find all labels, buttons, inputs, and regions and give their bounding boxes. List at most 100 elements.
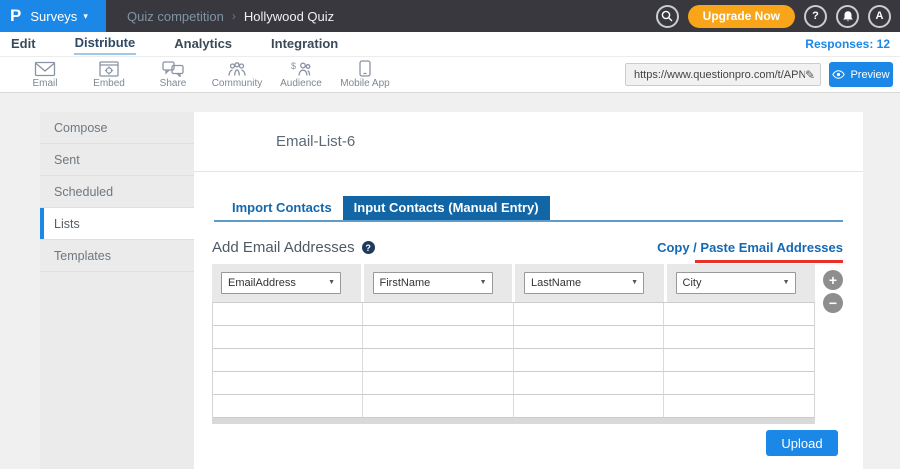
notifications-button[interactable]: [836, 5, 859, 28]
grid-header-cell: City▼: [667, 264, 816, 302]
question-mark-icon: ?: [812, 10, 819, 22]
column-select-email[interactable]: EmailAddress: [221, 272, 341, 294]
surveys-menu-button[interactable]: P Surveys ▾: [0, 0, 106, 32]
breadcrumb-parent[interactable]: Quiz competition: [127, 9, 224, 24]
sidebar-item-compose[interactable]: Compose: [40, 112, 194, 144]
grid-header-cell: EmailAddress▼: [212, 264, 361, 302]
questionpro-logo: P: [10, 6, 21, 26]
email-sidebar: Compose Sent Scheduled Lists Templates: [40, 112, 194, 469]
surveys-menu-label: Surveys: [30, 9, 77, 24]
grid-header-cell: LastName▼: [515, 264, 664, 302]
avatar-letter: A: [876, 10, 884, 22]
tab-input-contacts-manual[interactable]: Input Contacts (Manual Entry): [343, 196, 550, 220]
annotation-underline: [695, 260, 843, 263]
nav-tab-edit[interactable]: Edit: [10, 34, 37, 54]
grid-cell[interactable]: [363, 395, 513, 418]
toolbar-item-community[interactable]: Community: [205, 61, 269, 89]
toolbar-item-share[interactable]: Share: [141, 61, 205, 89]
column-select-lastname[interactable]: LastName: [524, 272, 644, 294]
grid-cell[interactable]: [664, 303, 814, 326]
section-title: Add Email Addresses: [212, 239, 355, 256]
grid-row: [213, 349, 814, 372]
account-avatar[interactable]: A: [868, 5, 891, 28]
nav-tab-distribute[interactable]: Distribute: [74, 33, 137, 55]
grid-cell[interactable]: [514, 395, 664, 418]
grid-row: [213, 326, 814, 349]
grid-cell[interactable]: [514, 372, 664, 395]
grid-header-cell: FirstName▼: [364, 264, 513, 302]
grid-cell[interactable]: [514, 349, 664, 372]
grid-cell[interactable]: [664, 372, 814, 395]
eye-icon: [832, 70, 845, 79]
sidebar-item-sent[interactable]: Sent: [40, 144, 194, 176]
bell-icon: [842, 10, 854, 23]
search-icon: [661, 10, 673, 22]
grid-cell[interactable]: [514, 326, 664, 349]
email-list-title: Email-List-6: [276, 133, 355, 150]
column-select-city[interactable]: City: [676, 272, 796, 294]
breadcrumb-current: Hollywood Quiz: [244, 9, 334, 24]
mobile-app-icon: [359, 60, 371, 77]
help-tooltip-icon[interactable]: ?: [362, 241, 375, 254]
add-column-button[interactable]: +: [823, 270, 843, 290]
row-controls: + −: [823, 270, 843, 313]
contacts-tabs: Import Contacts Input Contacts (Manual E…: [214, 196, 843, 222]
topbar-actions: Upgrade Now ? A: [656, 5, 900, 28]
audience-icon: $: [290, 61, 312, 77]
grid-cell[interactable]: [213, 395, 363, 418]
grid-cell[interactable]: [664, 326, 814, 349]
grid-cell[interactable]: [363, 349, 513, 372]
edit-pencil-icon[interactable]: ✎: [805, 68, 815, 82]
upgrade-now-button[interactable]: Upgrade Now: [688, 5, 795, 28]
tab-import-contacts[interactable]: Import Contacts: [221, 196, 343, 220]
survey-url-field[interactable]: https://www.questionpro.com/t/APNrFZ ✎: [625, 63, 821, 86]
toolbar-item-embed[interactable]: Embed: [77, 61, 141, 89]
grid-cell[interactable]: [213, 303, 363, 326]
breadcrumb: Quiz competition › Hollywood Quiz: [127, 9, 334, 24]
sidebar-item-templates[interactable]: Templates: [40, 240, 194, 272]
grid-cell[interactable]: [213, 326, 363, 349]
grid-cell[interactable]: [363, 326, 513, 349]
grid-cell[interactable]: [213, 349, 363, 372]
grid-cell[interactable]: [514, 303, 664, 326]
breadcrumb-separator-icon: ›: [232, 9, 236, 23]
responses-count[interactable]: Responses: 12: [805, 37, 900, 51]
grid-header-row: EmailAddress▼ FirstName▼ LastName▼ City▼: [212, 264, 815, 302]
top-bar: P Surveys ▾ Quiz competition › Hollywood…: [0, 0, 900, 32]
toolbar-item-email[interactable]: Email: [13, 61, 77, 89]
toolbar-item-audience[interactable]: $ Audience: [269, 61, 333, 89]
grid-cell[interactable]: [363, 303, 513, 326]
grid-cell[interactable]: [213, 372, 363, 395]
grid-cell[interactable]: [664, 349, 814, 372]
grid-row: [213, 372, 814, 395]
list-title-block: Email-List-6: [194, 112, 863, 172]
chevron-down-icon: ▾: [83, 11, 88, 22]
embed-icon: [99, 61, 119, 77]
preview-button[interactable]: Preview: [829, 62, 893, 87]
email-icon: [34, 61, 56, 77]
upload-button[interactable]: Upload: [766, 430, 838, 456]
copy-paste-link[interactable]: Copy / Paste Email Addresses: [657, 240, 843, 255]
nav-tab-integration[interactable]: Integration: [270, 34, 339, 54]
community-icon: [226, 61, 248, 77]
grid-cell[interactable]: [664, 395, 814, 418]
nav-tab-analytics[interactable]: Analytics: [173, 34, 233, 54]
contacts-grid: EmailAddress▼ FirstName▼ LastName▼ City▼…: [212, 264, 815, 424]
grid-body: [212, 302, 815, 418]
horizontal-scrollbar[interactable]: [212, 418, 815, 424]
grid-row: [213, 395, 814, 418]
plus-icon: +: [829, 273, 837, 287]
minus-icon: −: [829, 296, 837, 310]
toolbar-item-mobile-app[interactable]: Mobile App: [333, 60, 397, 89]
remove-column-button[interactable]: −: [823, 293, 843, 313]
column-select-firstname[interactable]: FirstName: [373, 272, 493, 294]
sidebar-item-scheduled[interactable]: Scheduled: [40, 176, 194, 208]
grid-cell[interactable]: [363, 372, 513, 395]
sidebar-item-lists[interactable]: Lists: [40, 208, 194, 240]
grid-row: [213, 303, 814, 326]
help-button[interactable]: ?: [804, 5, 827, 28]
search-button[interactable]: [656, 5, 679, 28]
primary-nav: Edit Distribute Analytics Integration Re…: [0, 32, 900, 57]
add-email-section-header: Add Email Addresses ? Copy / Paste Email…: [212, 238, 843, 257]
svg-text:$: $: [291, 61, 296, 71]
